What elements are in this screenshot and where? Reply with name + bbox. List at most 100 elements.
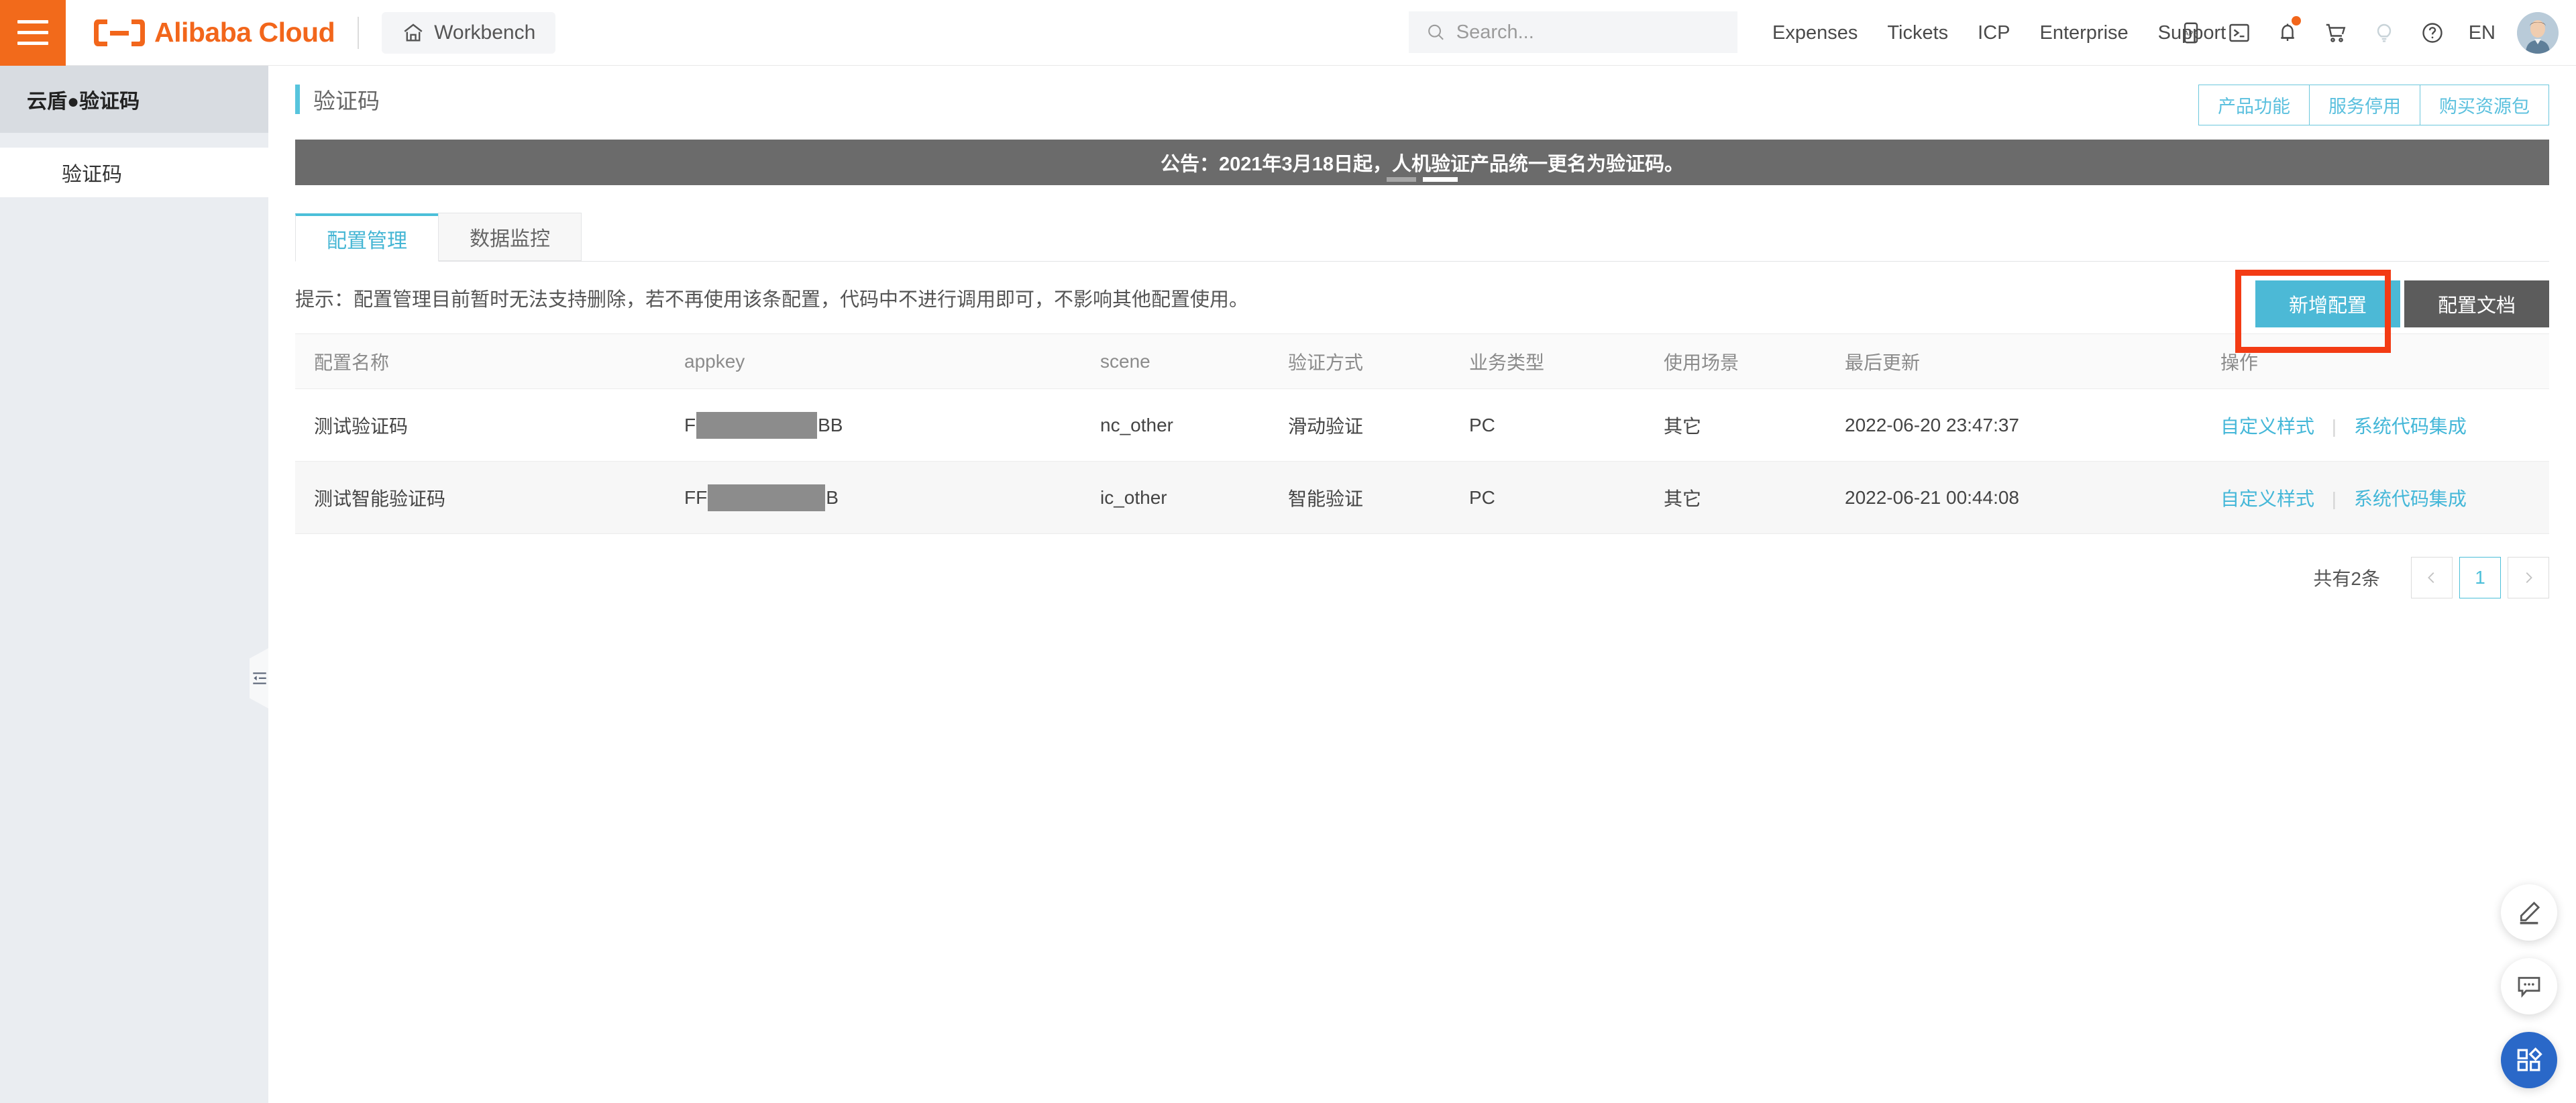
cell-usage: 其它 — [1664, 484, 1845, 511]
appkey-redaction — [696, 412, 817, 439]
lightbulb-icon[interactable] — [2360, 0, 2408, 66]
appkey-prefix: F — [684, 415, 696, 436]
page-header: 验证码 产品功能 服务停用 购买资源包 — [268, 66, 2576, 133]
appkey-suffix: B — [826, 487, 839, 509]
product-features-button[interactable]: 产品功能 — [2198, 85, 2310, 125]
hamburger-line — [17, 42, 48, 45]
search-box[interactable] — [1409, 11, 1737, 53]
search-icon — [1426, 21, 1446, 43]
avatar[interactable] — [2517, 12, 2559, 54]
appkey-value: FF B — [684, 484, 839, 511]
nav-link-icp[interactable]: ICP — [1963, 22, 2025, 44]
main-content: 验证码 产品功能 服务停用 购买资源包 公告：2021年3月18日起，人机验证产… — [268, 66, 2576, 1103]
table-row: 测试验证码 FBB nc_other 滑动验证 PC 其它 2022-06-20… — [295, 389, 2549, 462]
title-accent-bar — [295, 85, 300, 114]
carousel-dot-active[interactable] — [1423, 177, 1458, 182]
tab-data-monitoring[interactable]: 数据监控 — [438, 213, 582, 261]
floating-action-buttons — [2501, 884, 2557, 1088]
help-icon[interactable] — [2408, 0, 2457, 66]
chevron-left-icon[interactable] — [2411, 557, 2453, 598]
bell-icon[interactable] — [2263, 0, 2312, 66]
sidebar-title: 云盾●验证码 — [0, 66, 268, 133]
announcement-banner: 公告：2021年3月18日起，人机验证产品统一更名为验证码。 — [295, 140, 2549, 185]
cell-verify-type: 滑动验证 — [1288, 412, 1469, 439]
alibaba-cloud-logo-icon — [94, 17, 145, 48]
column-header-updated: 最后更新 — [1845, 348, 2220, 375]
tip-text: 提示：配置管理目前暂时无法支持删除，若不再使用该条配置，代码中不进行调用即可，不… — [295, 284, 1248, 312]
page-title: 验证码 — [295, 83, 380, 115]
workbench-button[interactable]: Workbench — [382, 12, 555, 54]
nav-link-tickets[interactable]: Tickets — [1872, 22, 1963, 44]
avatar-image — [2517, 12, 2559, 54]
carousel-dot[interactable] — [1387, 177, 1416, 182]
alibaba-cloud-logo[interactable]: Alibaba Cloud — [94, 17, 335, 48]
custom-style-link[interactable]: 自定义样式 — [2220, 488, 2314, 509]
add-config-button[interactable]: 新增配置 — [2255, 280, 2400, 327]
nav-link-enterprise[interactable]: Enterprise — [2025, 22, 2143, 44]
column-header-business-type: 业务类型 — [1469, 348, 1664, 375]
cart-icon[interactable] — [2312, 0, 2360, 66]
column-header-name: 配置名称 — [295, 348, 684, 375]
page-button-1[interactable]: 1 — [2459, 557, 2501, 598]
announcement-text: 公告：2021年3月18日起，人机验证产品统一更名为验证码。 — [1161, 148, 1684, 176]
app-icon[interactable]: APP — [2167, 0, 2215, 66]
hamburger-line — [17, 31, 48, 34]
page-title-text: 验证码 — [313, 83, 380, 115]
notification-badge — [2292, 16, 2301, 25]
search-input[interactable] — [1456, 21, 1720, 44]
tab-label: 配置管理 — [327, 224, 407, 254]
column-header-verify-type: 验证方式 — [1288, 348, 1469, 375]
action-separator: | — [2332, 416, 2337, 437]
column-header-operations: 操作 — [2220, 348, 2549, 375]
tab-label: 数据监控 — [470, 222, 550, 252]
custom-style-link[interactable]: 自定义样式 — [2220, 416, 2314, 437]
svg-text:APP: APP — [2184, 30, 2198, 38]
cell-business-type: PC — [1469, 487, 1664, 509]
column-header-scene: scene — [1100, 351, 1288, 372]
nav-link-expenses[interactable]: Expenses — [1758, 22, 1872, 44]
sidebar-item-captcha[interactable]: 验证码 — [0, 148, 268, 197]
cell-operations: 自定义样式 | 系统代码集成 — [2220, 484, 2549, 511]
config-docs-button[interactable]: 配置文档 — [2404, 280, 2549, 327]
cell-operations: 自定义样式 | 系统代码集成 — [2220, 412, 2549, 439]
language-selector[interactable]: EN — [2457, 22, 2508, 44]
sidebar-menu: 验证码 — [0, 148, 268, 197]
buy-resource-pack-button[interactable]: 购买资源包 — [2420, 85, 2549, 125]
header-tool-icons: APP — [2167, 0, 2559, 66]
top-header: Alibaba Cloud Workbench Expenses Tickets… — [0, 0, 2576, 66]
page-header-actions: 产品功能 服务停用 购买资源包 — [2199, 85, 2549, 125]
hamburger-line — [17, 20, 48, 23]
console-icon[interactable] — [2215, 0, 2263, 66]
config-table: 配置名称 appkey scene 验证方式 业务类型 使用场景 最后更新 操作… — [295, 334, 2549, 534]
toolbar-actions: 新增配置 配置文档 — [2255, 280, 2549, 327]
page-number: 1 — [2475, 567, 2485, 588]
apps-grid-icon[interactable] — [2501, 1032, 2557, 1088]
cell-scene: ic_other — [1100, 487, 1288, 509]
hamburger-icon[interactable] — [0, 0, 66, 66]
column-header-appkey: appkey — [684, 351, 1100, 372]
appkey-prefix: FF — [684, 487, 707, 509]
chat-bubble-icon[interactable] — [2501, 958, 2557, 1014]
pencil-icon[interactable] — [2501, 884, 2557, 941]
action-separator: | — [2332, 488, 2337, 509]
sidebar: 云盾●验证码 验证码 — [0, 66, 268, 1103]
cell-updated: 2022-06-20 23:47:37 — [1845, 415, 2220, 436]
workbench-label: Workbench — [434, 21, 535, 44]
appkey-redaction — [708, 484, 825, 511]
appkey-value: F BB — [684, 412, 843, 439]
total-count-label: 共有2条 — [2313, 564, 2380, 591]
appkey-suffix: BB — [818, 415, 843, 436]
tab-config-management[interactable]: 配置管理 — [295, 213, 439, 262]
system-code-integration-link[interactable]: 系统代码集成 — [2354, 488, 2467, 509]
chevron-right-icon[interactable] — [2508, 557, 2549, 598]
service-suspend-button[interactable]: 服务停用 — [2309, 85, 2420, 125]
header-divider — [358, 17, 359, 49]
system-code-integration-link[interactable]: 系统代码集成 — [2354, 416, 2467, 437]
cell-business-type: PC — [1469, 415, 1664, 436]
pagination: 共有2条 1 — [295, 534, 2549, 621]
cell-appkey: F BB — [684, 412, 1100, 439]
cell-usage: 其它 — [1664, 412, 1845, 439]
tab-bar: 配置管理 数据监控 — [295, 212, 2549, 262]
toolbar-row: 提示：配置管理目前暂时无法支持删除，若不再使用该条配置，代码中不进行调用即可，不… — [295, 262, 2549, 334]
cell-verify-type: 智能验证 — [1288, 484, 1469, 511]
